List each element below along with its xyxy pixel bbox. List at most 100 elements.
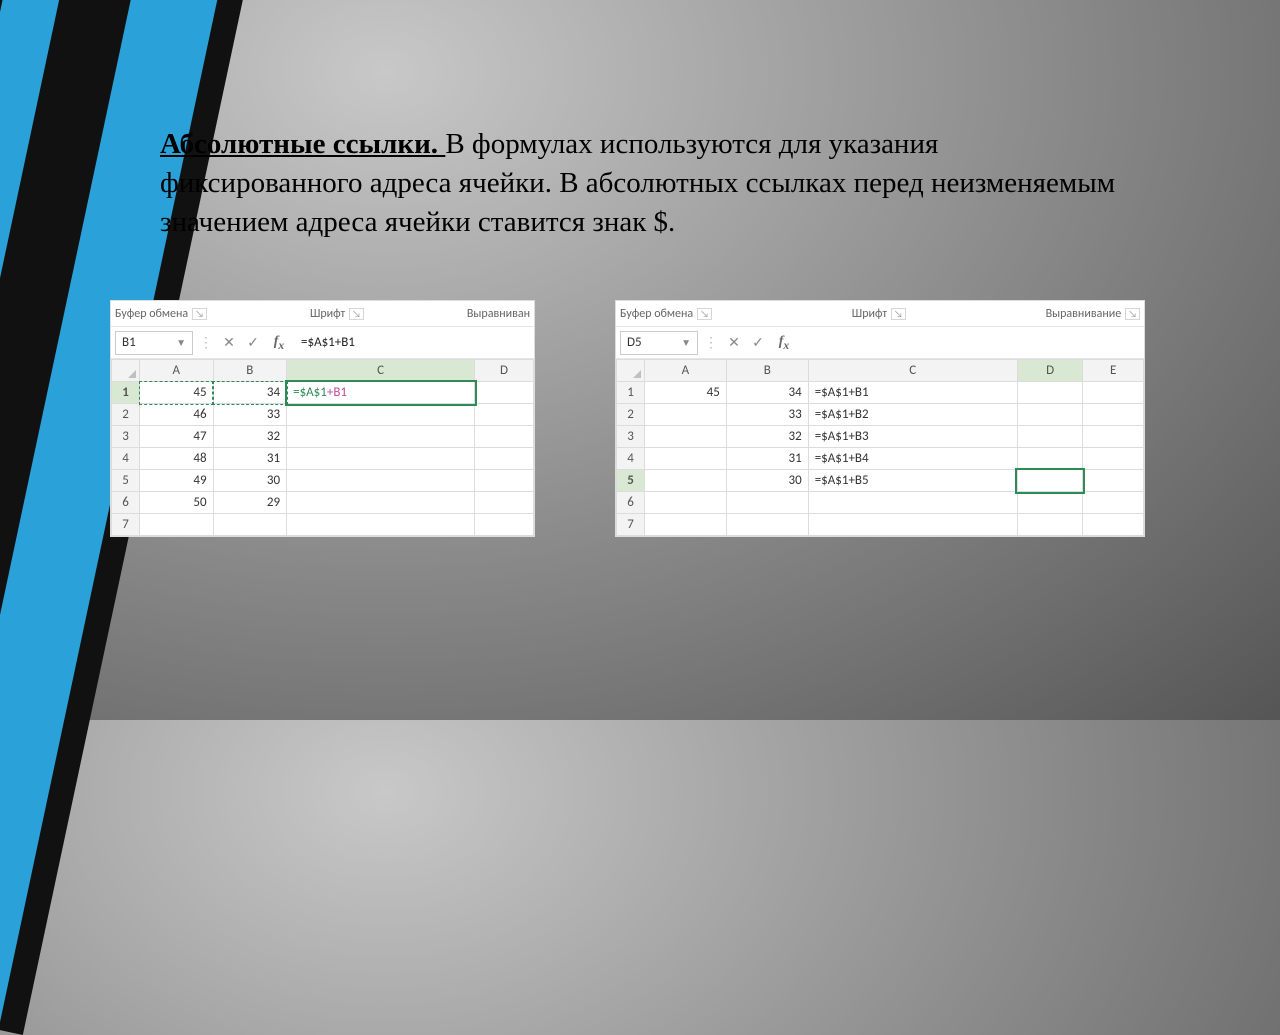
cell[interactable] <box>475 448 534 470</box>
worksheet-grid[interactable]: A B C D 1 45 34 =$A$1+B1 24633 34732 448… <box>111 359 534 536</box>
dialog-launcher-icon[interactable]: ↘ <box>192 308 207 320</box>
dialog-launcher-icon[interactable]: ↘ <box>697 308 712 320</box>
cell[interactable] <box>645 404 727 426</box>
cell[interactable] <box>645 470 727 492</box>
cell[interactable] <box>287 404 475 426</box>
cell[interactable] <box>645 448 727 470</box>
cancel-icon[interactable]: ✕ <box>219 334 239 351</box>
cell-editing[interactable]: =$A$1+B1 <box>287 382 475 404</box>
enter-icon[interactable]: ✓ <box>243 334 263 351</box>
row-header[interactable]: 7 <box>112 514 140 536</box>
cell[interactable]: 30 <box>726 470 808 492</box>
cell[interactable]: 50 <box>140 492 214 514</box>
row-header[interactable]: 2 <box>617 404 645 426</box>
cell[interactable]: 47 <box>140 426 214 448</box>
cell[interactable] <box>1083 514 1144 536</box>
cell[interactable] <box>140 514 214 536</box>
cell[interactable] <box>1017 492 1083 514</box>
select-all-corner[interactable] <box>112 360 140 382</box>
cell[interactable] <box>1017 514 1083 536</box>
cell[interactable]: =$A$1+B2 <box>808 404 1017 426</box>
cell[interactable] <box>1083 404 1144 426</box>
cell[interactable] <box>1017 404 1083 426</box>
cell[interactable] <box>287 426 475 448</box>
cancel-icon[interactable]: ✕ <box>724 334 744 351</box>
cell[interactable] <box>475 514 534 536</box>
cell[interactable] <box>1017 426 1083 448</box>
cell[interactable] <box>645 426 727 448</box>
cell[interactable]: 31 <box>213 448 287 470</box>
row-header[interactable]: 1 <box>617 382 645 404</box>
cell[interactable]: 48 <box>140 448 214 470</box>
fx-icon[interactable]: fx <box>772 334 796 352</box>
cell[interactable] <box>808 514 1017 536</box>
cell[interactable] <box>287 470 475 492</box>
cell[interactable]: 32 <box>213 426 287 448</box>
cell[interactable] <box>726 514 808 536</box>
enter-icon[interactable]: ✓ <box>748 334 768 351</box>
cell[interactable]: 46 <box>140 404 214 426</box>
dialog-launcher-icon[interactable]: ↘ <box>349 308 364 320</box>
dialog-launcher-icon[interactable]: ↘ <box>891 308 906 320</box>
row-header[interactable]: 3 <box>112 426 140 448</box>
cell[interactable]: =$A$1+B4 <box>808 448 1017 470</box>
cell[interactable] <box>475 492 534 514</box>
col-header[interactable]: D <box>475 360 534 382</box>
cell[interactable]: 33 <box>213 404 287 426</box>
col-header[interactable]: C <box>808 360 1017 382</box>
cell-selected[interactable] <box>1017 470 1083 492</box>
col-header[interactable]: D <box>1017 360 1083 382</box>
col-header[interactable]: E <box>1083 360 1144 382</box>
cell[interactable] <box>1083 426 1144 448</box>
cell[interactable]: 30 <box>213 470 287 492</box>
cell[interactable]: =$A$1+B5 <box>808 470 1017 492</box>
col-header[interactable]: B <box>726 360 808 382</box>
row-header[interactable]: 5 <box>617 470 645 492</box>
cell[interactable] <box>287 514 475 536</box>
cell[interactable]: 31 <box>726 448 808 470</box>
cell[interactable]: 45 <box>645 382 727 404</box>
cell[interactable]: =$A$1+B1 <box>808 382 1017 404</box>
cell[interactable]: =$A$1+B3 <box>808 426 1017 448</box>
fx-icon[interactable]: fx <box>267 334 291 352</box>
row-header[interactable]: 7 <box>617 514 645 536</box>
row-header[interactable]: 5 <box>112 470 140 492</box>
row-header[interactable]: 6 <box>112 492 140 514</box>
cell[interactable] <box>1083 382 1144 404</box>
cell[interactable] <box>287 492 475 514</box>
cell[interactable] <box>475 404 534 426</box>
row-header[interactable]: 6 <box>617 492 645 514</box>
col-header[interactable]: B <box>213 360 287 382</box>
cell[interactable]: 32 <box>726 426 808 448</box>
col-header[interactable]: A <box>645 360 727 382</box>
cell[interactable] <box>475 470 534 492</box>
cell[interactable] <box>645 514 727 536</box>
cell[interactable] <box>1083 492 1144 514</box>
cell[interactable] <box>1083 470 1144 492</box>
cell[interactable] <box>1017 448 1083 470</box>
cell[interactable] <box>475 426 534 448</box>
cell[interactable]: 45 <box>140 382 214 404</box>
cell[interactable]: 49 <box>140 470 214 492</box>
cell[interactable] <box>808 492 1017 514</box>
row-header[interactable]: 4 <box>112 448 140 470</box>
cell[interactable] <box>645 492 727 514</box>
cell[interactable] <box>1017 382 1083 404</box>
name-box[interactable]: D5 ▼ <box>620 331 698 355</box>
cell[interactable]: 29 <box>213 492 287 514</box>
name-box[interactable]: B1 ▼ <box>115 331 193 355</box>
cell[interactable]: 34 <box>213 382 287 404</box>
row-header[interactable]: 3 <box>617 426 645 448</box>
dialog-launcher-icon[interactable]: ↘ <box>1125 308 1140 320</box>
cell[interactable] <box>213 514 287 536</box>
cell[interactable] <box>726 492 808 514</box>
row-header[interactable]: 1 <box>112 382 140 404</box>
row-header[interactable]: 4 <box>617 448 645 470</box>
cell[interactable] <box>1083 448 1144 470</box>
formula-input[interactable]: =$A$1+B1 <box>295 335 530 350</box>
cell[interactable]: 34 <box>726 382 808 404</box>
col-header[interactable]: A <box>140 360 214 382</box>
worksheet-grid[interactable]: A B C D E 14534=$A$1+B1 233=$A$1+B2 332=… <box>616 359 1144 536</box>
row-header[interactable]: 2 <box>112 404 140 426</box>
cell[interactable] <box>475 382 534 404</box>
